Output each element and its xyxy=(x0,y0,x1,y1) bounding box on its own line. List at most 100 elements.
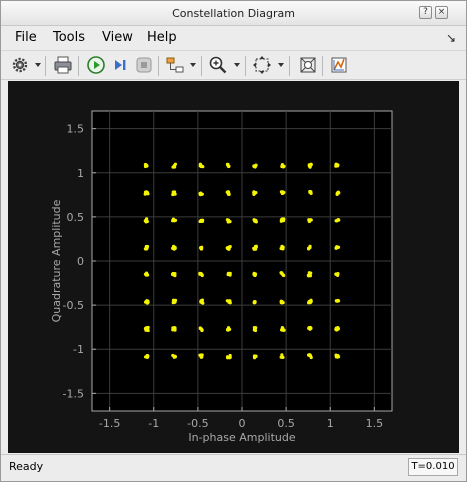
highlight-menu-caret[interactable] xyxy=(190,63,196,67)
zoom-in-icon[interactable] xyxy=(208,55,228,75)
constellation-point xyxy=(307,218,311,222)
toolbar-separator xyxy=(289,56,290,76)
status-bar: Ready T=0.010 xyxy=(1,454,466,481)
constellation-point xyxy=(144,163,148,167)
run-icon[interactable] xyxy=(86,55,106,75)
constellation-point xyxy=(308,190,312,194)
axes-scaling-icon[interactable] xyxy=(298,55,318,75)
constellation-point xyxy=(334,355,338,359)
constellation-point xyxy=(173,326,177,330)
constellation-point xyxy=(281,217,285,221)
constellation-point xyxy=(307,164,311,168)
print-icon[interactable] xyxy=(53,55,73,75)
constellation-point xyxy=(199,299,204,303)
close-button[interactable]: × xyxy=(435,6,448,19)
x-axis-label: In-phase Amplitude xyxy=(188,431,295,444)
constellation-point xyxy=(225,328,230,332)
constellation-point xyxy=(198,353,202,357)
constellation-point xyxy=(226,190,230,194)
settings-gear-icon[interactable] xyxy=(10,55,30,75)
menu-view[interactable]: View xyxy=(102,30,133,45)
constellation-point xyxy=(171,298,176,302)
autoscale-icon[interactable] xyxy=(252,55,272,75)
constellation-point xyxy=(335,245,339,249)
menu-tools[interactable]: Tools xyxy=(53,30,85,45)
constellation-point xyxy=(198,193,202,197)
constellation-point xyxy=(170,272,175,276)
toolbar-separator xyxy=(245,56,246,76)
simulation-time-readout: T=0.010 xyxy=(408,458,458,476)
highlight-simulink-block-icon[interactable] xyxy=(165,55,185,75)
autoscale-menu-caret[interactable] xyxy=(278,63,284,67)
toolbar-separator xyxy=(158,56,159,76)
menu-help[interactable]: Help xyxy=(147,30,177,45)
y-tick-label: -0.5 xyxy=(63,299,84,312)
constellation-diagram-window: Constellation Diagram ? × File Tools Vie… xyxy=(0,0,467,482)
constellation-point xyxy=(279,328,284,332)
menu-tools-label: Tools xyxy=(53,30,86,45)
constellation-point xyxy=(254,354,258,358)
x-tick-label: -1.5 xyxy=(99,417,120,430)
constellation-point xyxy=(334,162,338,166)
constellation-point xyxy=(279,246,284,250)
constellation-point xyxy=(307,271,311,275)
constellation-point xyxy=(199,218,203,222)
x-tick-label: 0 xyxy=(239,417,246,430)
settings-menu-caret[interactable] xyxy=(35,63,41,67)
constellation-point xyxy=(199,164,203,169)
status-text: Ready xyxy=(9,460,44,473)
constellation-point xyxy=(173,162,178,166)
constellation-point xyxy=(253,247,258,251)
constellation-point xyxy=(252,300,257,304)
constellation-point xyxy=(171,165,175,169)
constellation-point xyxy=(198,326,203,331)
constellation-point xyxy=(282,273,286,278)
menu-view-label: View xyxy=(102,30,133,45)
constellation-point xyxy=(144,328,148,332)
x-tick-label: 0.5 xyxy=(277,417,295,430)
constellation-point xyxy=(228,245,232,249)
constellation-point xyxy=(172,247,176,251)
title-bar: Constellation Diagram ? × xyxy=(1,1,466,26)
constellation-point xyxy=(226,271,231,275)
constellation-point xyxy=(336,299,341,303)
constellation-point xyxy=(145,299,149,303)
menu-file[interactable]: File xyxy=(15,30,37,45)
menu-file-label: File xyxy=(15,30,37,45)
constellation-point xyxy=(253,273,257,277)
zoom-menu-caret[interactable] xyxy=(234,63,240,67)
constellation-point xyxy=(145,190,149,195)
undock-arrow-icon[interactable]: ↘ xyxy=(446,31,456,45)
constellation-point xyxy=(200,273,204,278)
y-tick-label: 0 xyxy=(77,255,84,268)
x-tick-label: 1 xyxy=(327,417,334,430)
window-title: Constellation Diagram xyxy=(172,7,295,20)
stop-icon[interactable] xyxy=(134,55,154,75)
constellation-point xyxy=(252,328,256,332)
menu-help-label: Help xyxy=(147,30,177,45)
y-tick-label: -1 xyxy=(73,343,84,356)
menu-bar: File Tools View Help ↘ xyxy=(1,26,466,50)
measurements-icon[interactable] xyxy=(329,55,349,75)
help-button[interactable]: ? xyxy=(419,6,432,19)
constellation-point xyxy=(281,165,285,169)
y-tick-label: 1.5 xyxy=(67,123,85,136)
constellation-point xyxy=(335,218,339,222)
constellation-point xyxy=(173,354,177,359)
constellation-point xyxy=(306,353,311,357)
constellation-point xyxy=(225,299,229,303)
constellation-point xyxy=(252,191,256,195)
y-tick-label: 0.5 xyxy=(67,211,85,224)
toolbar xyxy=(1,50,466,80)
step-forward-icon[interactable] xyxy=(110,55,130,75)
constellation-point xyxy=(227,164,231,169)
toolbar-separator xyxy=(78,56,79,76)
constellation-point xyxy=(307,301,311,305)
constellation-point xyxy=(308,325,312,330)
constellation-point xyxy=(228,301,232,305)
constellation-point xyxy=(335,328,339,332)
figure-area: -1.5 -1 -0.5 0 0.5 1 1.5 1.5 1 0.5 0 -0.5 -1 -1.5 In-… xyxy=(8,81,459,453)
constellation-point xyxy=(225,355,230,359)
constellation-point xyxy=(336,272,340,276)
y-tick-label: 1 xyxy=(77,167,84,180)
